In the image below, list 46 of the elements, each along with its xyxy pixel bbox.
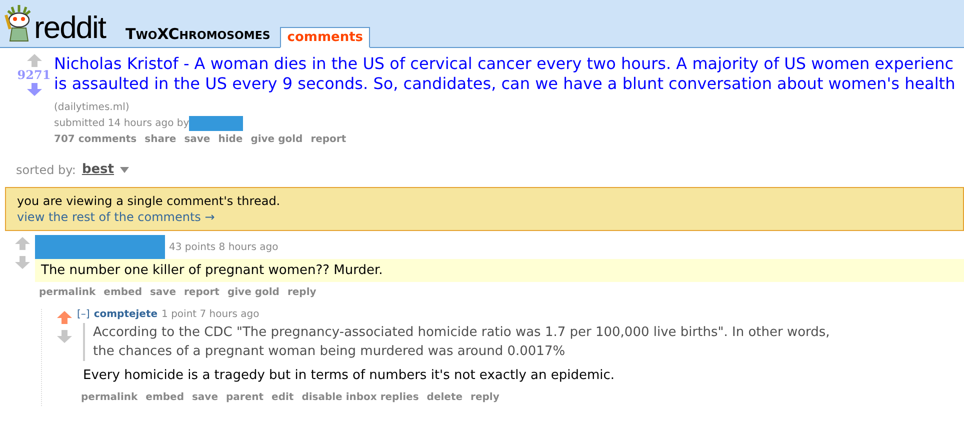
comment-action-link[interactable]: parent (226, 390, 264, 406)
sort-label: sorted by: (16, 162, 76, 177)
comment-meta: 43 points 8 hours ago (169, 242, 278, 253)
comment-action-link[interactable]: give gold (227, 285, 280, 302)
upvote-icon[interactable] (15, 237, 30, 250)
comment-action-link[interactable]: disable inbox replies (302, 390, 419, 406)
post-action-link[interactable]: give gold (250, 132, 303, 148)
sort-dropdown[interactable]: best (82, 162, 114, 178)
comment-action-link[interactable]: embed (104, 285, 142, 302)
comment-action-link[interactable]: edit (272, 390, 294, 406)
comment-action-link[interactable]: save (150, 285, 176, 302)
comment-quote: According to the CDC "The pregnancy-associated homicide ratio was 1.7 per 100,000 live births". In other words, the chances of a pregnant woman being murdered was around 0.0017% (83, 323, 958, 362)
comment-meta: 1 point 7 hours ago (162, 309, 260, 320)
downvote-icon[interactable] (15, 256, 30, 270)
submission-info: submitted 14 hours ago by (54, 118, 190, 130)
comment-action-link[interactable]: report (184, 285, 220, 302)
comment-action-link[interactable]: delete (426, 390, 463, 406)
view-all-comments-link[interactable]: view the rest of the comments → (17, 209, 952, 226)
comment-action-link[interactable]: embed (146, 390, 184, 406)
score: 9271 (17, 68, 51, 82)
collapse-toggle[interactable]: [–] (77, 309, 90, 320)
dropdown-caret-icon[interactable] (120, 166, 130, 173)
downvote-icon[interactable] (57, 330, 72, 344)
notice-text: you are viewing a single comment's thread. (17, 193, 282, 210)
post-domain[interactable]: (dailytimes.ml) (54, 100, 956, 116)
comment-action-link[interactable]: permalink (39, 285, 96, 302)
comment-action-link[interactable]: permalink (81, 390, 138, 406)
upvote-icon[interactable] (26, 54, 42, 67)
comment-text: The number one killer of pregnant women?? Murder. (35, 259, 964, 282)
comment-action-link[interactable]: reply (287, 285, 316, 302)
post-action-link[interactable]: hide (218, 132, 243, 148)
post-title[interactable]: Nicholas Kristof - A woman dies in the US of cervical cancer every two hours. A majority of US women experienc is assaulted in the US every 9 seconds. So, candidates, can we have a blunt conversation about women's health (54, 54, 956, 94)
post-action-link[interactable]: save (184, 132, 210, 148)
post-action-link[interactable]: report (310, 132, 346, 148)
post-action-link[interactable]: 707 comments (54, 132, 137, 148)
upvote-icon[interactable] (57, 311, 72, 324)
logo-wordmark[interactable]: reddit (34, 13, 106, 43)
post-action-link[interactable]: share (144, 132, 176, 148)
subreddit-title[interactable]: TwoXChromosomes (126, 25, 270, 43)
downvote-icon[interactable] (26, 83, 42, 96)
comment-action-link[interactable]: reply (470, 390, 500, 406)
tab[interactable]: comments (280, 27, 370, 48)
redaction-bar (189, 116, 244, 131)
comment-author[interactable]: comptejete (94, 309, 158, 320)
comment-action-link[interactable]: save (192, 390, 218, 406)
comment-text: Every homicide is a tragedy but in terms of numbers it's not exactly an epidemic. (82, 367, 616, 386)
